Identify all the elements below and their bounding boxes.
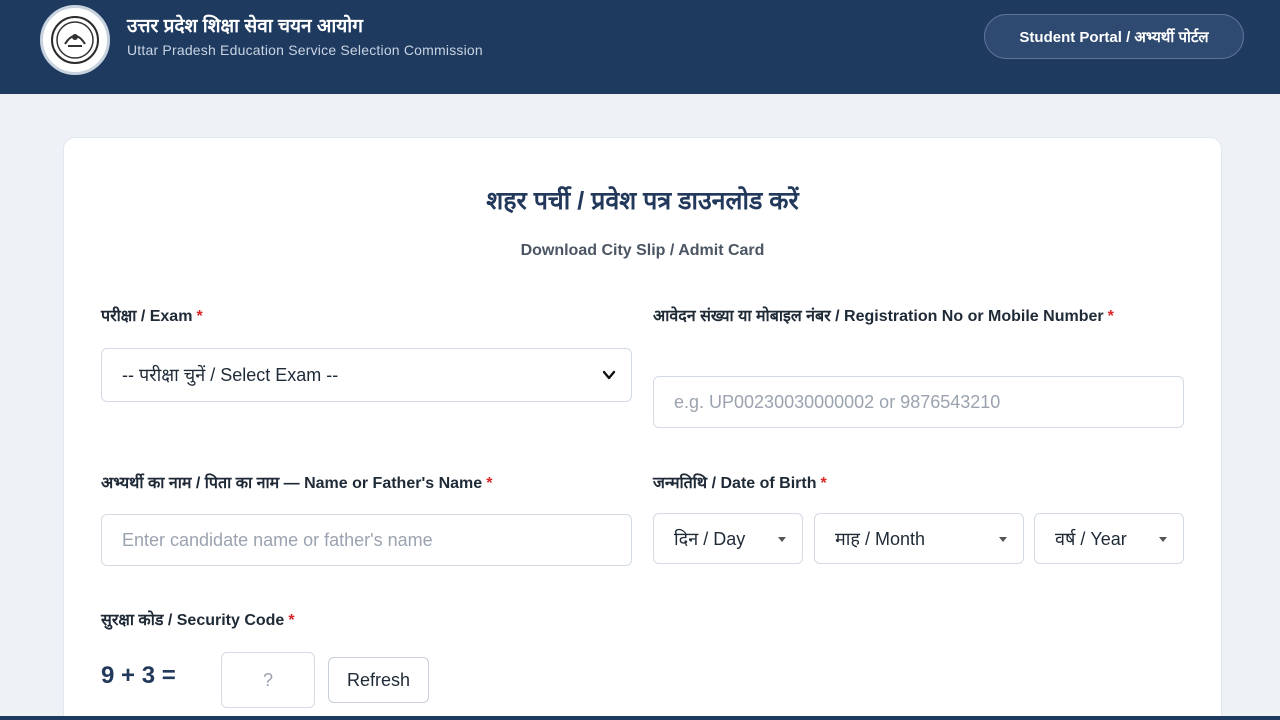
site-header: उत्तर प्रदेश शिक्षा सेवा चयन आयोग Uttar … bbox=[0, 0, 1280, 94]
refresh-captcha-button[interactable]: Refresh bbox=[328, 657, 429, 703]
caret-down-icon bbox=[778, 537, 786, 542]
dob-label: जन्मतिथि / Date of Birth * bbox=[653, 470, 827, 498]
student-portal-button[interactable]: Student Portal / अभ्यर्थी पोर्टल bbox=[984, 14, 1244, 59]
org-name-hindi: उत्तर प्रदेश शिक्षा सेवा चयन आयोग bbox=[127, 16, 363, 37]
required-marker: * bbox=[288, 612, 295, 629]
exam-select[interactable]: -- परीक्षा चुनें / Select Exam -- bbox=[101, 348, 632, 402]
dob-year-value: वर्ष / Year bbox=[1055, 528, 1127, 549]
registration-label-text: आवेदन संख्या या मोबाइल नंबर / Registrati… bbox=[653, 308, 1104, 325]
caret-down-icon bbox=[1159, 537, 1167, 542]
dob-day-value: दिन / Day bbox=[674, 528, 746, 549]
required-marker: * bbox=[486, 475, 493, 492]
dob-day-select[interactable]: दिन / Day bbox=[653, 513, 803, 564]
name-label: अभ्यर्थी का नाम / पिता का नाम — Name or … bbox=[101, 470, 492, 498]
exam-label: परीक्षा / Exam * bbox=[101, 303, 203, 331]
dob-label-text: जन्मतिथि / Date of Birth bbox=[653, 475, 817, 492]
exam-label-text: परीक्षा / Exam bbox=[101, 308, 193, 325]
security-label: सुरक्षा कोड / Security Code * bbox=[101, 607, 295, 635]
security-label-text: सुरक्षा कोड / Security Code bbox=[101, 612, 285, 629]
emblem-seal-icon bbox=[40, 5, 110, 75]
required-marker: * bbox=[196, 308, 203, 325]
captcha-placeholder: ? bbox=[262, 669, 273, 690]
form-title-english: Download City Slip / Admit Card bbox=[520, 242, 765, 259]
name-label-text: अभ्यर्थी का नाम / पिता का नाम — Name or … bbox=[101, 475, 483, 492]
captcha-answer-input[interactable]: ? bbox=[221, 652, 315, 708]
dob-year-select[interactable]: वर्ष / Year bbox=[1034, 513, 1184, 564]
dob-month-value: माह / Month bbox=[835, 528, 926, 549]
chevron-down-icon bbox=[602, 370, 616, 380]
org-name-english: Uttar Pradesh Education Service Selectio… bbox=[127, 42, 483, 58]
exam-select-value: -- परीक्षा चुनें / Select Exam -- bbox=[122, 365, 339, 385]
form-title-hindi: शहर पर्ची / प्रवेश पत्र डाउनलोड करें bbox=[486, 187, 799, 215]
required-marker: * bbox=[1107, 308, 1114, 325]
footer-edge bbox=[0, 716, 1280, 720]
name-input[interactable]: Enter candidate name or father's name bbox=[101, 514, 632, 566]
dob-month-select[interactable]: माह / Month bbox=[814, 513, 1024, 564]
caret-down-icon bbox=[999, 537, 1007, 542]
registration-label: आवेदन संख्या या मोबाइल नंबर / Registrati… bbox=[653, 303, 1123, 331]
name-placeholder: Enter candidate name or father's name bbox=[122, 529, 433, 550]
registration-placeholder: e.g. UP00230030000002 or 9876543210 bbox=[674, 391, 1001, 412]
required-marker: * bbox=[820, 475, 827, 492]
captcha-question: 9 + 3 = bbox=[101, 662, 176, 689]
registration-input[interactable]: e.g. UP00230030000002 or 9876543210 bbox=[653, 376, 1184, 428]
